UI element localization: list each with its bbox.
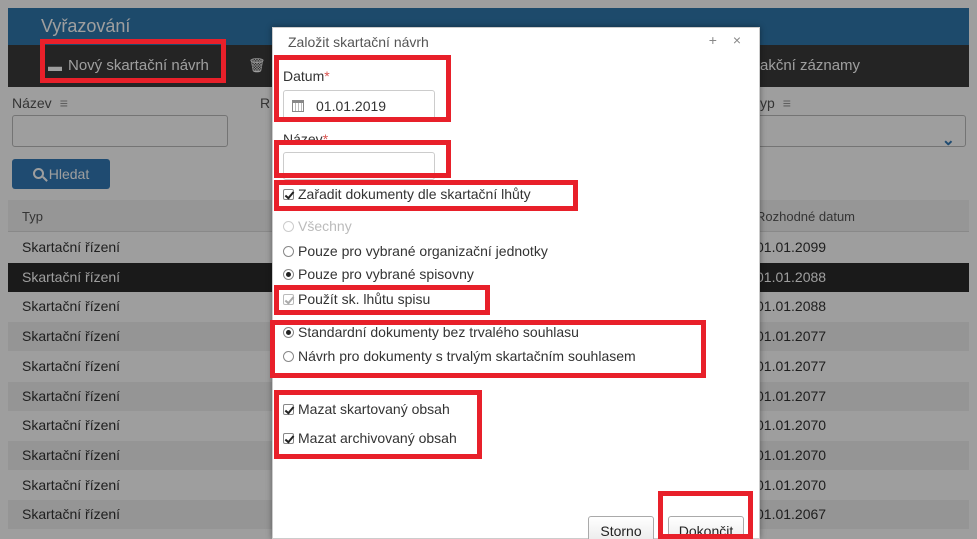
radio-registries-label: Pouze pro vybrané spisovny xyxy=(298,266,474,282)
annotation-box xyxy=(274,285,490,315)
radio-selected-icon[interactable] xyxy=(283,268,294,280)
dialog-window-controls[interactable]: + × xyxy=(709,32,747,48)
radio-all[interactable]: Všechny xyxy=(283,218,352,234)
radio-selected-registries[interactable]: Pouze pro vybrané spisovny xyxy=(283,266,474,282)
radio-icon[interactable] xyxy=(283,245,294,257)
radio-icon[interactable] xyxy=(283,220,294,232)
radio-all-label: Všechny xyxy=(298,218,352,234)
radio-org-units-label: Pouze pro vybrané organizační jednotky xyxy=(298,243,548,259)
annotation-box xyxy=(270,320,706,378)
annotation-box xyxy=(40,39,226,83)
annotation-box xyxy=(274,180,578,211)
annotation-box xyxy=(274,390,482,459)
annotation-box xyxy=(274,55,451,122)
annotation-box xyxy=(274,140,451,178)
cancel-button[interactable]: Storno xyxy=(588,516,654,539)
annotation-box xyxy=(658,491,753,539)
radio-selected-org-units[interactable]: Pouze pro vybrané organizační jednotky xyxy=(283,243,548,259)
dialog-title: Založit skartační návrh xyxy=(288,34,429,50)
